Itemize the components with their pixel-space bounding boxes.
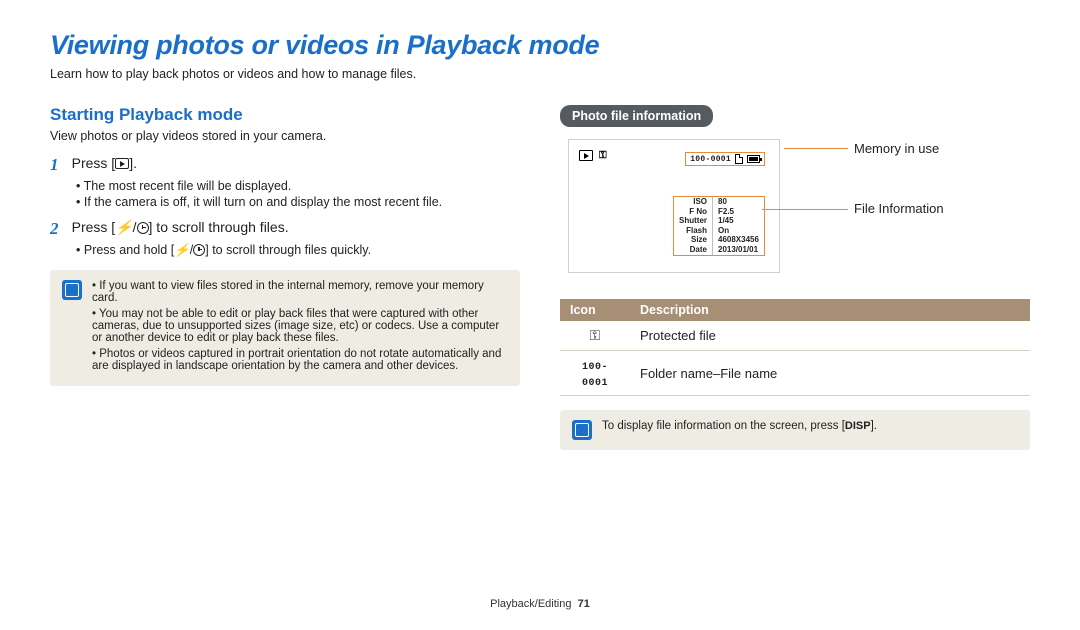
lcd-diagram: ⚿ 100-0001 ISO80 F NoF2.5 Shutter1/45 Fl… [568, 139, 1030, 289]
list-item: If you want to view files stored in the … [92, 280, 508, 304]
timer-icon [137, 222, 149, 234]
info-label: F No [674, 207, 713, 217]
callout-line [784, 148, 848, 149]
list-item: If the camera is off, it will turn on an… [76, 195, 520, 209]
callout-line [762, 209, 848, 210]
note-list: If you want to view files stored in the … [92, 280, 508, 376]
info-label: Shutter [674, 216, 713, 226]
page-intro: Learn how to play back photos or videos … [50, 67, 1030, 81]
left-column: Starting Playback mode View photos or pl… [50, 105, 520, 450]
memory-card-icon [735, 154, 743, 164]
step-1-bullets: The most recent file will be displayed. … [76, 179, 520, 209]
info-value: 80 [713, 197, 764, 207]
footer-section: Playback/Editing [490, 598, 571, 610]
tip-box: To display file information on the scree… [560, 410, 1030, 450]
timer-icon [193, 244, 205, 256]
key-icon: ⚿ [590, 327, 601, 343]
page-footer: Playback/Editing 71 [0, 598, 1080, 610]
list-item: You may not be able to edit or play back… [92, 308, 508, 344]
step-number: 1 [50, 155, 68, 175]
step-number: 2 [50, 219, 68, 239]
callout-label: Memory in use [854, 141, 939, 156]
two-column-layout: Starting Playback mode View photos or pl… [50, 105, 1030, 450]
info-label: Date [674, 245, 713, 255]
step-text: Press []. [72, 155, 137, 171]
step-2-bullets: Press and hold [⚡/] to scroll through fi… [76, 243, 520, 258]
table-cell: Protected file [630, 321, 1030, 351]
list-item: The most recent file will be displayed. [76, 179, 520, 193]
right-column: Photo file information ⚿ 100-0001 [560, 105, 1030, 450]
disp-button-label: DISP [845, 420, 871, 432]
page-title: Viewing photos or videos in Playback mod… [50, 30, 1030, 61]
key-icon: ⚿ [599, 150, 607, 161]
flash-icon: ⚡ [174, 243, 190, 257]
page-number: 71 [578, 598, 590, 610]
table-row: ⚿ Protected file [560, 321, 1030, 351]
info-value: F2.5 [713, 207, 764, 217]
subsection-pill: Photo file information [560, 105, 713, 127]
info-label: ISO [674, 197, 713, 207]
info-label: Size [674, 235, 713, 245]
info-label: Flash [674, 226, 713, 236]
list-item: Photos or videos captured in portrait or… [92, 348, 508, 372]
step-text: Press [⚡/] to scroll through files. [72, 219, 289, 235]
flash-icon: ⚡ [115, 219, 132, 235]
tip-text: To display file information on the scree… [602, 420, 877, 440]
section-sub: View photos or play videos stored in you… [50, 129, 520, 143]
step-2: 2 Press [⚡/] to scroll through files. Pr… [50, 219, 520, 258]
icon-description-table: Icon Description ⚿ Protected file 100-00… [560, 299, 1030, 396]
file-info-box: ISO80 F NoF2.5 Shutter1/45 FlashOn Size4… [673, 196, 765, 256]
note-icon [572, 420, 592, 440]
info-value: 2013/01/01 [713, 245, 764, 255]
playback-icon [579, 150, 593, 161]
table-cell: Folder name–File name [630, 351, 1030, 396]
info-value: 1/45 [713, 216, 764, 226]
playback-icon [115, 158, 129, 169]
list-item: Press and hold [⚡/] to scroll through fi… [76, 243, 520, 258]
step-1: 1 Press []. The most recent file will be… [50, 155, 520, 209]
filecode-icon: 100-0001 [582, 362, 608, 389]
lcd-frame: ⚿ 100-0001 ISO80 F NoF2.5 Shutter1/45 Fl… [568, 139, 780, 273]
note-box: If you want to view files stored in the … [50, 270, 520, 386]
table-header: Icon [560, 299, 630, 321]
memory-callout-box: 100-0001 [685, 152, 765, 166]
section-heading: Starting Playback mode [50, 105, 520, 125]
battery-icon [747, 155, 760, 163]
table-header: Description [630, 299, 1030, 321]
note-icon [62, 280, 82, 300]
table-row: 100-0001 Folder name–File name [560, 351, 1030, 396]
callout-label: File Information [854, 201, 944, 216]
info-value: 4608X3456 [713, 235, 764, 245]
file-code: 100-0001 [690, 155, 731, 164]
info-value: On [713, 226, 764, 236]
